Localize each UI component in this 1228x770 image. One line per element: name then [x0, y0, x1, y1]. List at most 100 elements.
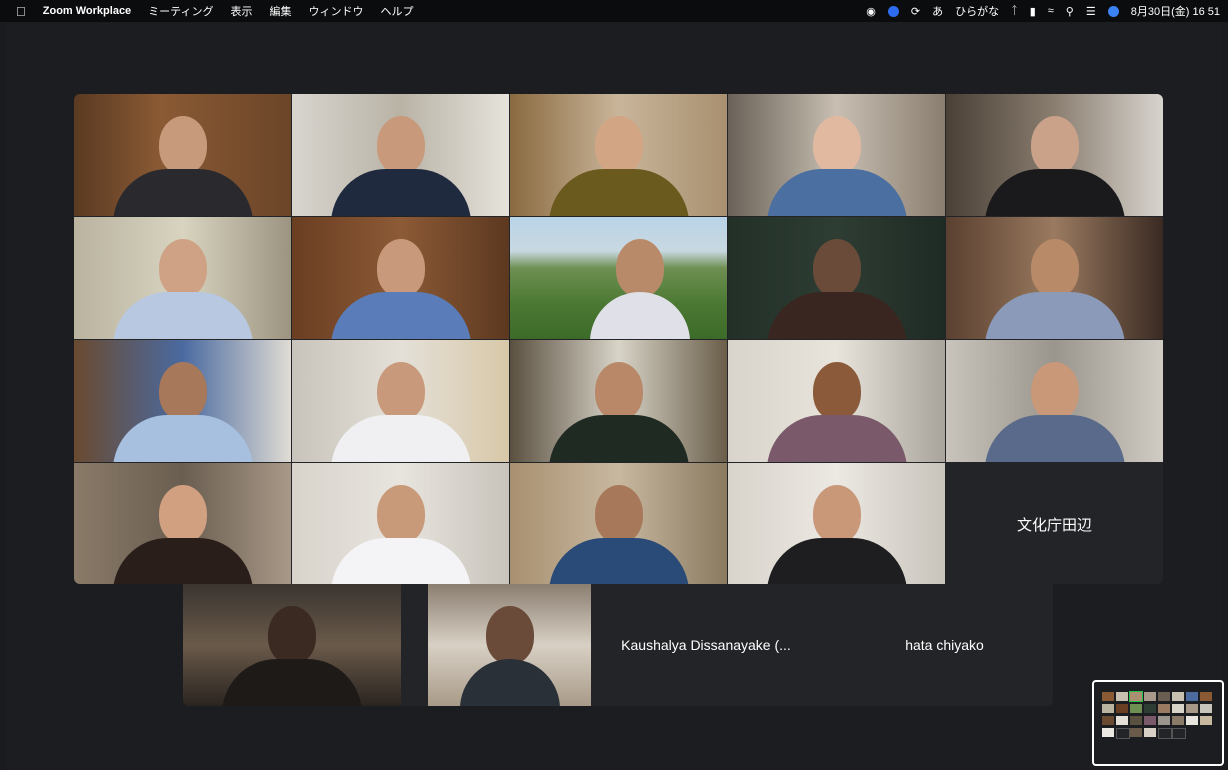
- thumbnail-cell: [1129, 691, 1143, 702]
- participant-head: [616, 239, 665, 297]
- gallery-bottom-row: Kaushalya Dissanayake (... hata chiyako: [183, 584, 1053, 706]
- menu-help[interactable]: ヘルプ: [381, 3, 414, 19]
- participant-head: [376, 116, 425, 174]
- siri-icon[interactable]: [1107, 5, 1119, 17]
- zoom-icon[interactable]: [887, 5, 899, 17]
- participant-head: [158, 239, 207, 297]
- thumbnail-cell: [1186, 692, 1198, 701]
- menu-app-name[interactable]: Zoom Workplace: [43, 5, 131, 17]
- participant-head: [594, 116, 643, 174]
- video-tile[interactable]: [946, 94, 1163, 216]
- participant-head: [812, 485, 861, 543]
- thumbnail-cell: [1130, 728, 1142, 737]
- macos-menu-bar:  Zoom Workplace ミーティング 表示 編集 ウィンドウ ヘルプ …: [0, 0, 1228, 22]
- participant-head: [158, 116, 207, 174]
- thumbnail-cell: [1172, 728, 1186, 739]
- participant-head: [812, 362, 861, 420]
- thumbnail-cell: [1130, 716, 1142, 725]
- video-tile[interactable]: [728, 340, 945, 462]
- thumbnail-cell: [1102, 704, 1114, 713]
- thumbnail-cell: [1158, 704, 1170, 713]
- participant-head: [594, 485, 643, 543]
- control-center-icon[interactable]: ☰: [1086, 5, 1096, 18]
- video-tile[interactable]: [292, 463, 509, 584]
- video-tile[interactable]: [728, 94, 945, 216]
- menu-window[interactable]: ウィンドウ: [309, 3, 364, 19]
- thumbnail-cell: [1172, 704, 1184, 713]
- video-tile[interactable]: [728, 463, 945, 584]
- thumbnail-cell: [1186, 716, 1198, 725]
- video-tile[interactable]: [74, 463, 291, 584]
- video-tile[interactable]: [183, 584, 401, 706]
- gallery-thumbnail-minimap[interactable]: [1092, 680, 1224, 766]
- thumbnail-cell: [1116, 716, 1128, 725]
- wifi-icon[interactable]: ≈: [1048, 5, 1054, 17]
- participant-head: [1030, 116, 1079, 174]
- thumbnail-cell: [1102, 728, 1114, 737]
- thumbnail-cell: [1158, 716, 1170, 725]
- thumbnail-cell: [1172, 716, 1184, 725]
- thumbnail-cell: [1158, 692, 1170, 701]
- bluetooth-icon[interactable]: ᛏ: [1011, 5, 1018, 17]
- video-tile[interactable]: [292, 94, 509, 216]
- video-tile[interactable]: [74, 94, 291, 216]
- battery-icon[interactable]: ▮: [1030, 5, 1036, 18]
- thumbnail-cell: [1144, 728, 1156, 737]
- thumbnail-cell: [1144, 692, 1156, 701]
- participant-head: [376, 362, 425, 420]
- video-tile[interactable]: [428, 584, 591, 706]
- participant-name: hata chiyako: [905, 637, 984, 653]
- name-only-tile[interactable]: hata chiyako: [836, 584, 1053, 706]
- name-only-tile[interactable]: Kaushalya Dissanayake (...: [591, 584, 821, 706]
- thumbnail-cell: [1130, 704, 1142, 713]
- thumbnail-cell: [1158, 728, 1172, 739]
- video-tile[interactable]: [74, 340, 291, 462]
- video-tile[interactable]: [510, 340, 727, 462]
- participant-head: [376, 239, 425, 297]
- thumbnail-cell: [1116, 704, 1128, 713]
- video-tile[interactable]: [292, 217, 509, 339]
- participant-head: [812, 239, 861, 297]
- video-tile[interactable]: [946, 340, 1163, 462]
- input-method-icon[interactable]: あ: [932, 3, 943, 19]
- participant-head: [1030, 239, 1079, 297]
- video-tile[interactable]: [510, 463, 727, 584]
- video-tile[interactable]: [292, 340, 509, 462]
- video-tile[interactable]: [74, 217, 291, 339]
- participant-head: [1030, 362, 1079, 420]
- thumbnail-cell: [1186, 704, 1198, 713]
- participant-head: [485, 606, 534, 664]
- participant-head: [158, 362, 207, 420]
- thumbnail-cell: [1144, 716, 1156, 725]
- thumbnail-cell: [1102, 692, 1114, 701]
- video-tile[interactable]: [510, 217, 727, 339]
- name-only-tile[interactable]: 文化庁田辺: [946, 463, 1163, 584]
- gallery-view: 文化庁田辺: [74, 94, 1163, 584]
- line-icon[interactable]: ◉: [866, 5, 876, 18]
- video-tile[interactable]: [728, 217, 945, 339]
- video-tile-active-speaker[interactable]: [510, 94, 727, 216]
- thumbnail-cell: [1200, 692, 1212, 701]
- menu-edit[interactable]: 編集: [270, 3, 292, 19]
- participant-head: [812, 116, 861, 174]
- video-tile[interactable]: [946, 217, 1163, 339]
- participant-name: 文化庁田辺: [1016, 516, 1092, 534]
- participant-head: [594, 362, 643, 420]
- input-method-label[interactable]: ひらがな: [955, 3, 999, 19]
- thumbnail-cell: [1102, 716, 1114, 725]
- thumbnail-cell: [1116, 692, 1128, 701]
- menu-meeting[interactable]: ミーティング: [148, 3, 213, 19]
- thumbnail-cell: [1116, 728, 1130, 739]
- datetime[interactable]: 8月30日(金) 16 51: [1131, 3, 1220, 19]
- participant-head: [268, 606, 316, 664]
- menu-view[interactable]: 表示: [231, 3, 253, 19]
- thumbnail-cell: [1200, 704, 1212, 713]
- participant-name: Kaushalya Dissanayake (...: [621, 637, 791, 653]
- participant-head: [158, 485, 207, 543]
- sync-icon[interactable]: ⟳: [911, 5, 920, 18]
- apple-icon[interactable]: : [16, 4, 26, 19]
- thumbnail-cell: [1200, 716, 1212, 725]
- search-icon[interactable]: ⚲: [1066, 5, 1074, 18]
- participant-head: [376, 485, 425, 543]
- thumbnail-cell: [1144, 704, 1156, 713]
